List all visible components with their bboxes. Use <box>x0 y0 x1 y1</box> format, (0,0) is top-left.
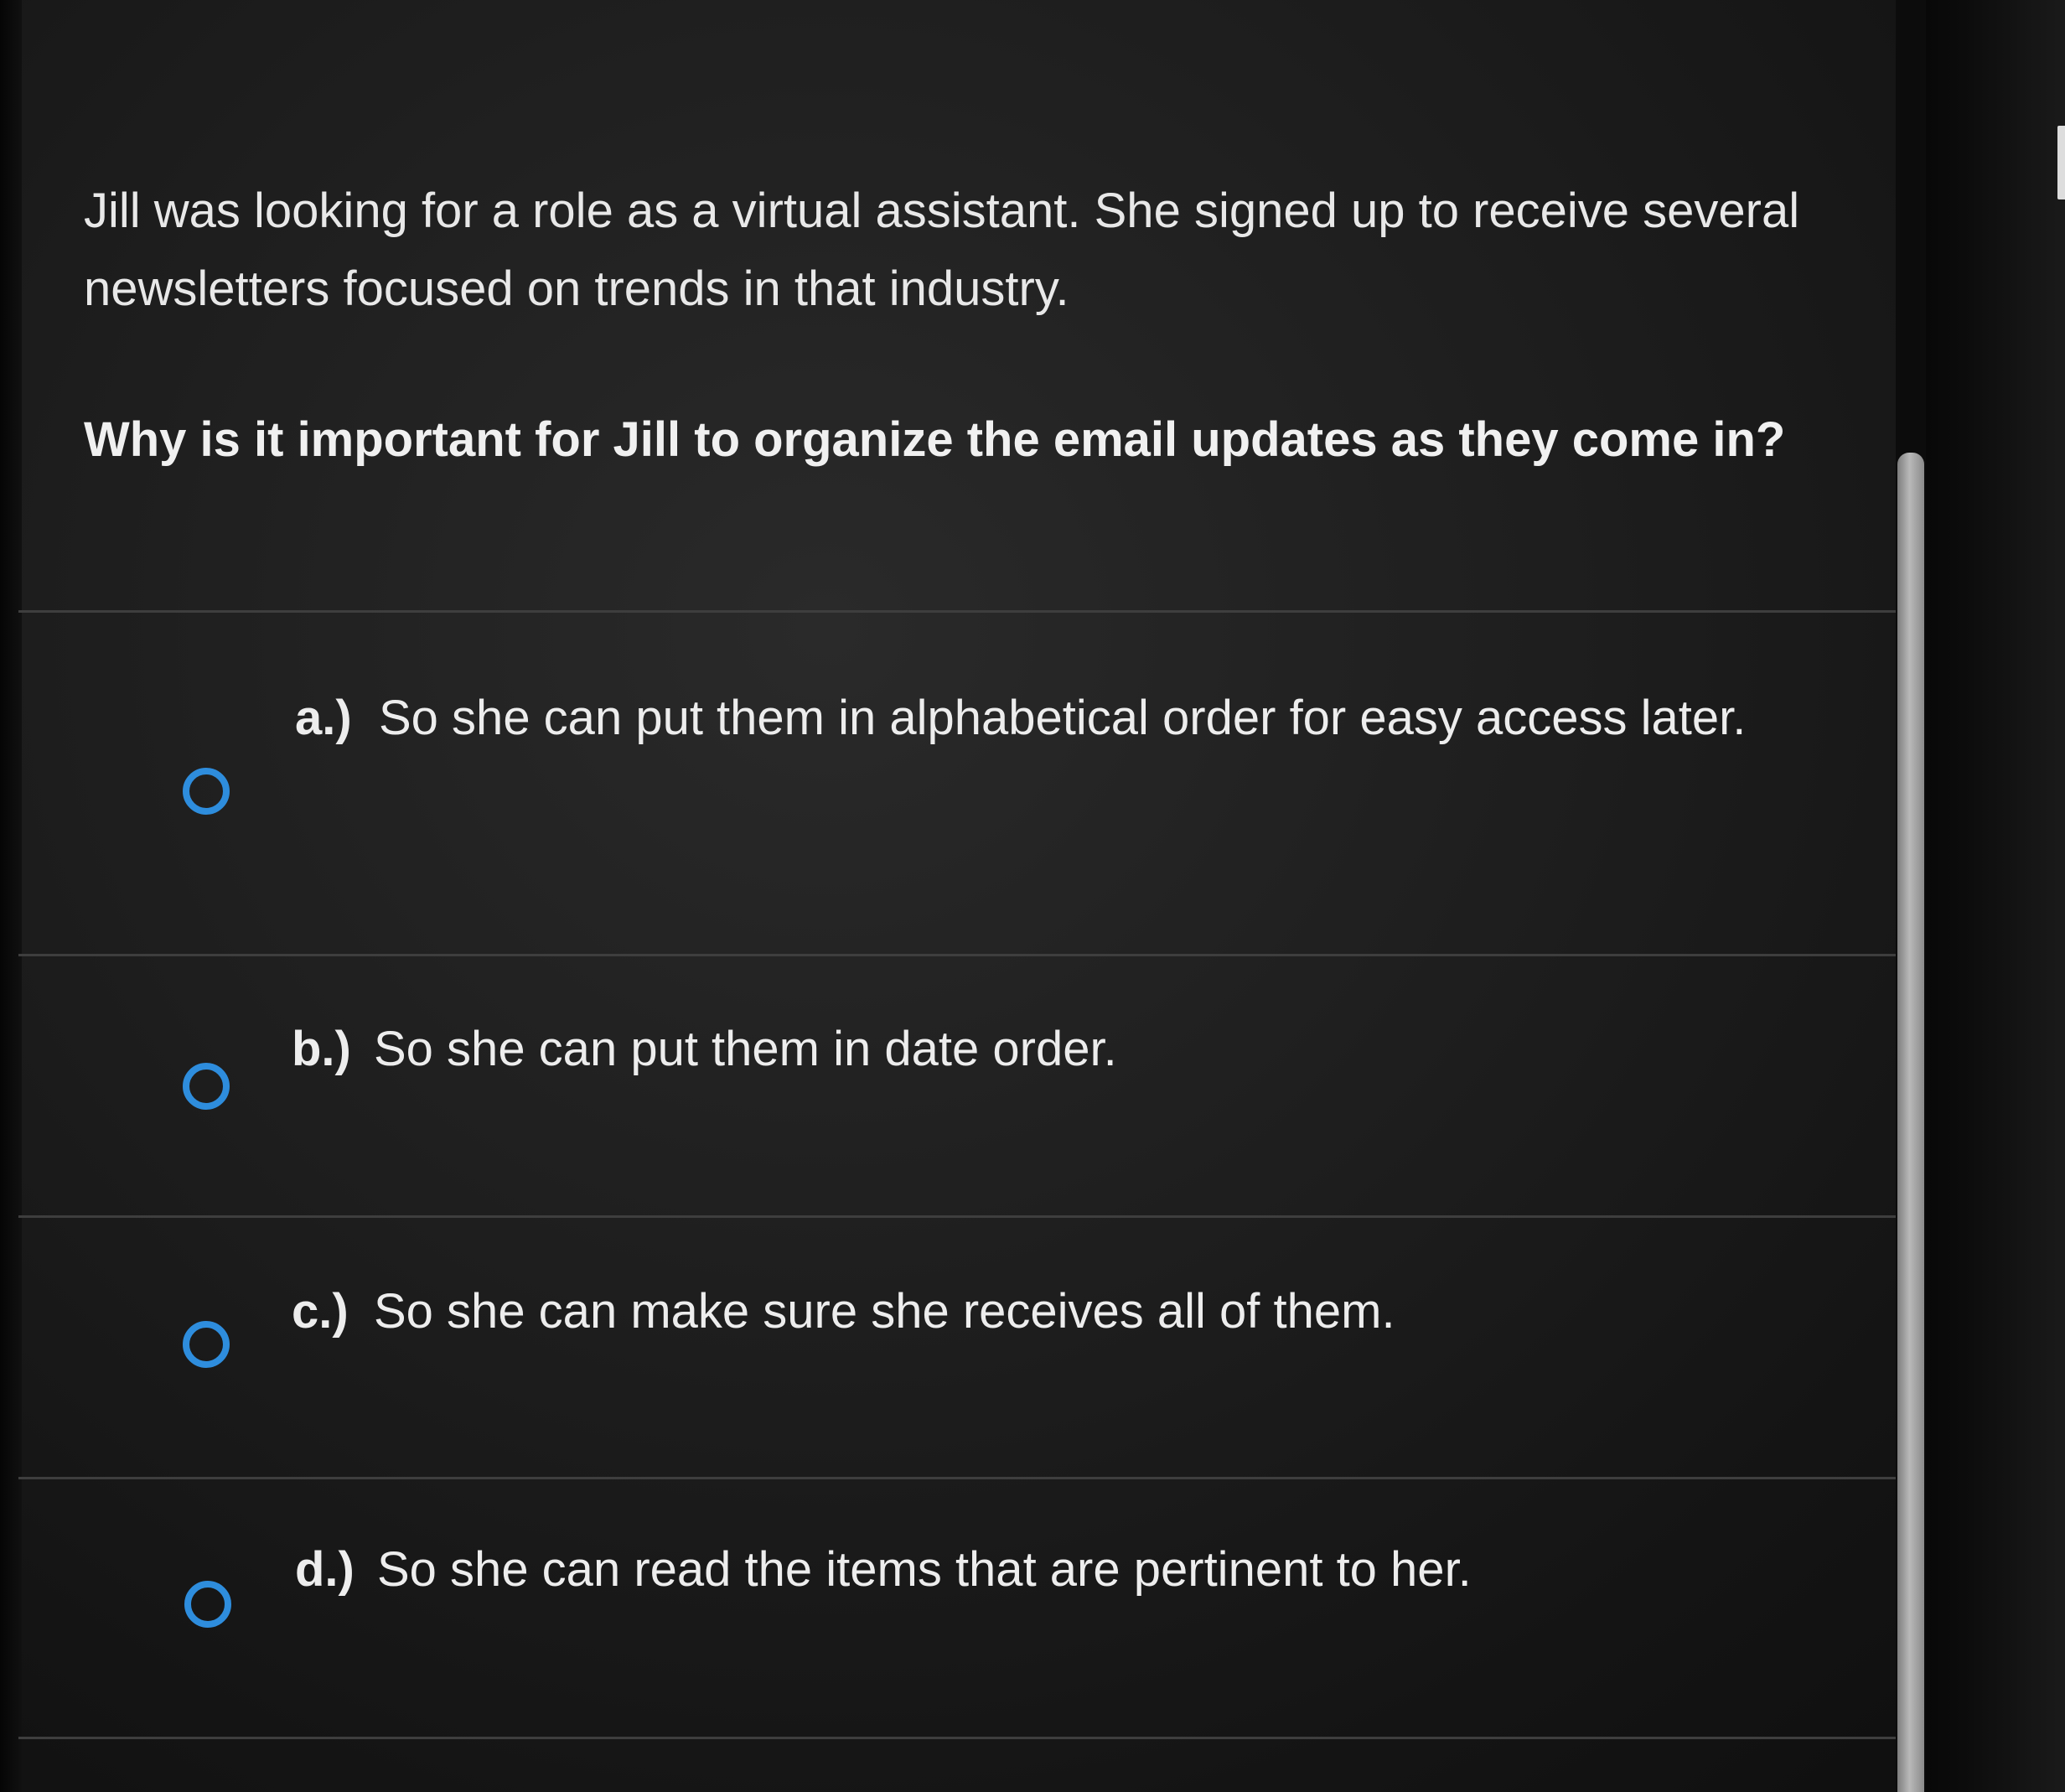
quiz-panel: Jill was looking for a role as a virtual… <box>18 0 1896 1792</box>
question-prompt: Why is it important for Jill to organize… <box>84 412 1786 467</box>
option-text-c: So she can make sure she receives all of… <box>374 1284 1395 1339</box>
answer-option-d[interactable]: d.) So she can read the items that are p… <box>18 1479 1896 1737</box>
option-letter-d: d.) <box>295 1542 355 1597</box>
screen-background: Jill was looking for a role as a virtual… <box>0 0 2065 1792</box>
question-stem: Jill was looking for a role as a virtual… <box>84 184 1800 316</box>
answer-option-a[interactable]: a.) So she can put them in alphabetical … <box>18 612 1896 954</box>
option-letter-a: a.) <box>295 691 352 745</box>
radio-button-b[interactable] <box>183 1063 230 1110</box>
divider <box>18 1737 1896 1739</box>
radio-button-d[interactable] <box>184 1581 231 1628</box>
option-text-a: So she can put them in alphabetical orde… <box>379 691 1747 745</box>
scrollbar-thumb[interactable] <box>1897 453 1924 1792</box>
option-letter-b: b.) <box>292 1022 351 1076</box>
option-text-b: So she can put them in date order. <box>374 1022 1117 1076</box>
radio-button-a[interactable] <box>183 768 230 815</box>
option-text-d: So she can read the items that are perti… <box>377 1542 1472 1597</box>
radio-button-c[interactable] <box>183 1321 230 1368</box>
answer-option-c[interactable]: c.) So she can make sure she receives al… <box>18 1217 1896 1477</box>
device-edge-highlight <box>2057 126 2065 199</box>
option-letter-c: c.) <box>292 1284 349 1339</box>
answer-option-b[interactable]: b.) So she can put them in date order. <box>18 956 1896 1215</box>
